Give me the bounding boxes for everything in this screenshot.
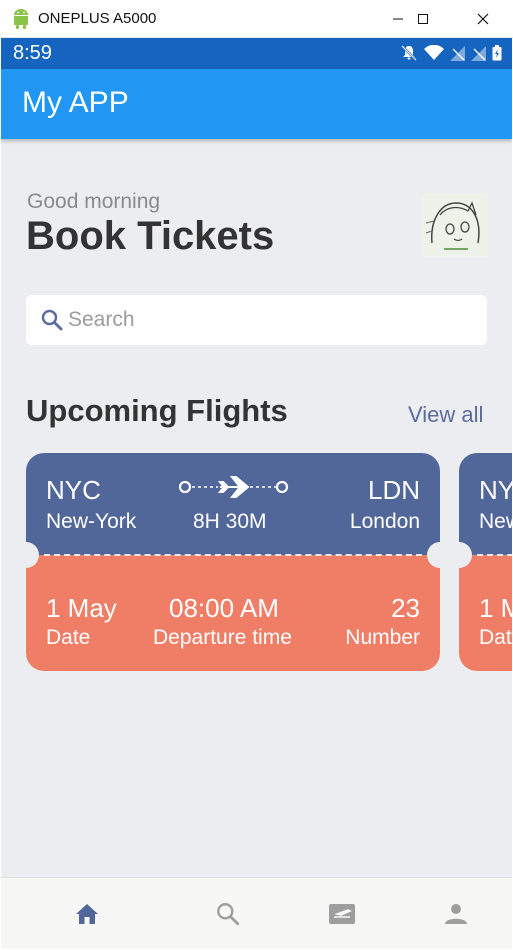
view-all-link[interactable]: View all bbox=[408, 402, 483, 428]
signal-icon bbox=[450, 45, 465, 61]
destination-city: London bbox=[349, 510, 420, 533]
flight-card-route: NY New bbox=[459, 453, 512, 555]
signal-icon-2 bbox=[471, 45, 486, 61]
close-button[interactable] bbox=[460, 0, 506, 38]
phone-screen: 8:59 My APP Good morning Book Tickets Se… bbox=[1, 38, 512, 949]
flight-date-label: Dat bbox=[479, 626, 512, 649]
page-title: Book Tickets bbox=[26, 214, 275, 258]
window-title: ONEPLUS A5000 bbox=[38, 10, 157, 27]
person-icon bbox=[444, 904, 467, 924]
app-bar: My APP bbox=[1, 69, 512, 139]
destination-code: LDN bbox=[367, 475, 420, 505]
flight-card[interactable]: NY New 1 M Dat bbox=[459, 453, 512, 671]
card-divider bbox=[477, 554, 512, 556]
search-field[interactable]: Search bbox=[26, 295, 487, 345]
app-title: My APP bbox=[22, 86, 129, 119]
flight-card-details: 1 M Dat bbox=[459, 555, 512, 671]
nav-search[interactable] bbox=[164, 878, 291, 949]
avatar-image bbox=[422, 193, 488, 257]
flight-card-route: NYC New-York LDN London 8H 30M bbox=[26, 453, 440, 555]
flight-number: 23 bbox=[391, 593, 420, 623]
departure-time: 08:00 AM bbox=[169, 593, 279, 623]
avatar[interactable] bbox=[422, 193, 488, 257]
window-title-bar: ONEPLUS A5000 bbox=[0, 0, 513, 38]
greeting-text: Good morning bbox=[27, 190, 161, 213]
airplane-icon bbox=[178, 476, 289, 498]
departure-time-label: Departure time bbox=[153, 626, 292, 649]
battery-icon bbox=[492, 45, 502, 61]
maximize-icon bbox=[418, 14, 428, 24]
nav-profile[interactable] bbox=[392, 878, 512, 949]
section-title: Upcoming Flights bbox=[26, 393, 288, 428]
search-input[interactable]: Search bbox=[68, 308, 135, 332]
nav-tickets[interactable] bbox=[278, 878, 405, 949]
wifi-icon bbox=[424, 45, 444, 60]
flight-number-label: Number bbox=[345, 626, 420, 649]
flight-duration: 8H 30M bbox=[193, 510, 267, 533]
ticket-icon bbox=[328, 904, 355, 924]
home-icon bbox=[75, 904, 98, 924]
notifications-off-icon bbox=[401, 45, 417, 61]
android-icon bbox=[14, 9, 28, 29]
bottom-navigation bbox=[1, 877, 512, 949]
flight-card[interactable]: NYC New-York LDN London 8H 30M 1 May Dat… bbox=[26, 453, 440, 671]
close-icon bbox=[477, 13, 489, 25]
origin-city: New-York bbox=[46, 510, 137, 533]
status-bar: 8:59 bbox=[1, 38, 512, 69]
origin-code: NY bbox=[479, 475, 512, 505]
flight-card-details: 1 May Date 08:00 AM Departure time 23 Nu… bbox=[26, 555, 440, 671]
origin-city: New bbox=[479, 510, 512, 533]
flight-date: 1 M bbox=[479, 593, 512, 623]
status-time: 8:59 bbox=[13, 42, 52, 64]
flight-date-label: Date bbox=[46, 626, 91, 649]
search-icon bbox=[216, 903, 239, 926]
status-icons bbox=[400, 45, 502, 61]
maximize-button[interactable] bbox=[400, 0, 446, 38]
origin-code: NYC bbox=[46, 475, 101, 505]
flight-date: 1 May bbox=[46, 593, 117, 623]
nav-home[interactable] bbox=[23, 878, 150, 949]
search-icon bbox=[41, 309, 63, 331]
card-divider bbox=[44, 554, 422, 556]
